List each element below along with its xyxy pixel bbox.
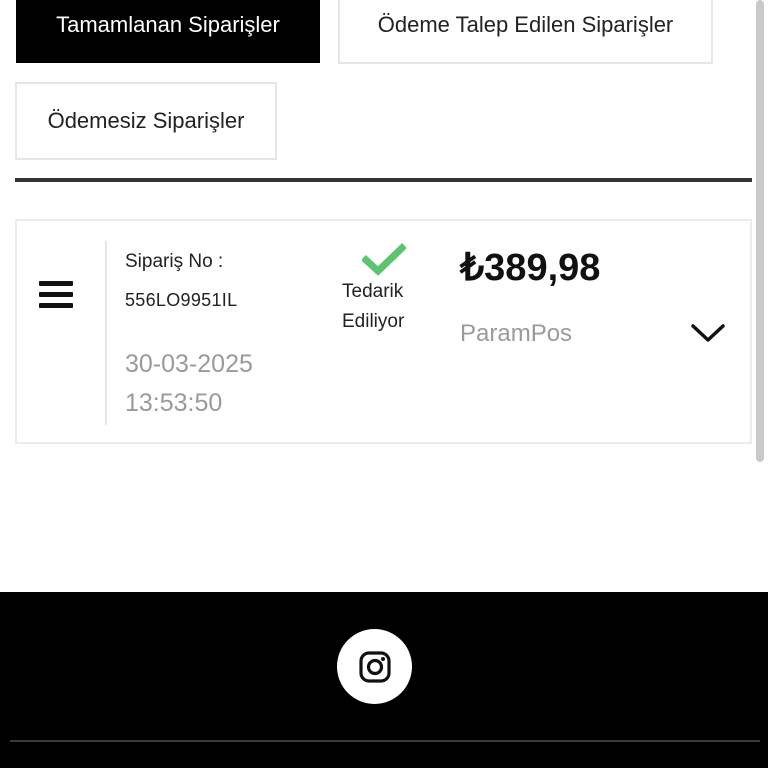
order-price: ₺389,98 [460,247,601,289]
tab-payment-requested-orders-label: Ödeme Talep Edilen Siparişler [377,12,674,37]
tabs-divider [15,178,752,182]
instagram-button[interactable] [337,629,412,704]
order-payment-method: ParamPos [460,320,573,347]
chevron-down-icon[interactable] [689,321,727,345]
order-number-label: Sipariş No : [125,251,224,272]
hamburger-icon[interactable] [39,281,75,313]
order-time: 13:53:50 [125,389,223,417]
footer-divider [10,740,760,742]
order-status-line2: Ediliyor [342,311,405,332]
order-status-line1: Tedarik [342,281,404,302]
tab-unpaid-orders-label: Ödemesiz Siparişler [47,108,245,133]
tab-completed-orders[interactable]: Tamamlanan Siparişler [16,0,320,63]
tab-payment-requested-orders[interactable]: Ödeme Talep Edilen Siparişler [338,0,713,64]
checkmark-icon [362,243,406,276]
order-number: 556LO9951IL [125,290,238,310]
tab-completed-orders-label: Tamamlanan Siparişler [56,11,280,37]
instagram-icon [358,650,391,683]
card-divider [105,241,107,425]
scrollbar[interactable] [756,0,764,462]
footer [0,592,768,768]
tab-unpaid-orders[interactable]: Ödemesiz Siparişler [15,82,277,160]
order-date: 30-03-2025 [125,350,253,378]
order-card: Sipariş No : 556LO9951IL 30-03-2025 13:5… [15,219,752,444]
